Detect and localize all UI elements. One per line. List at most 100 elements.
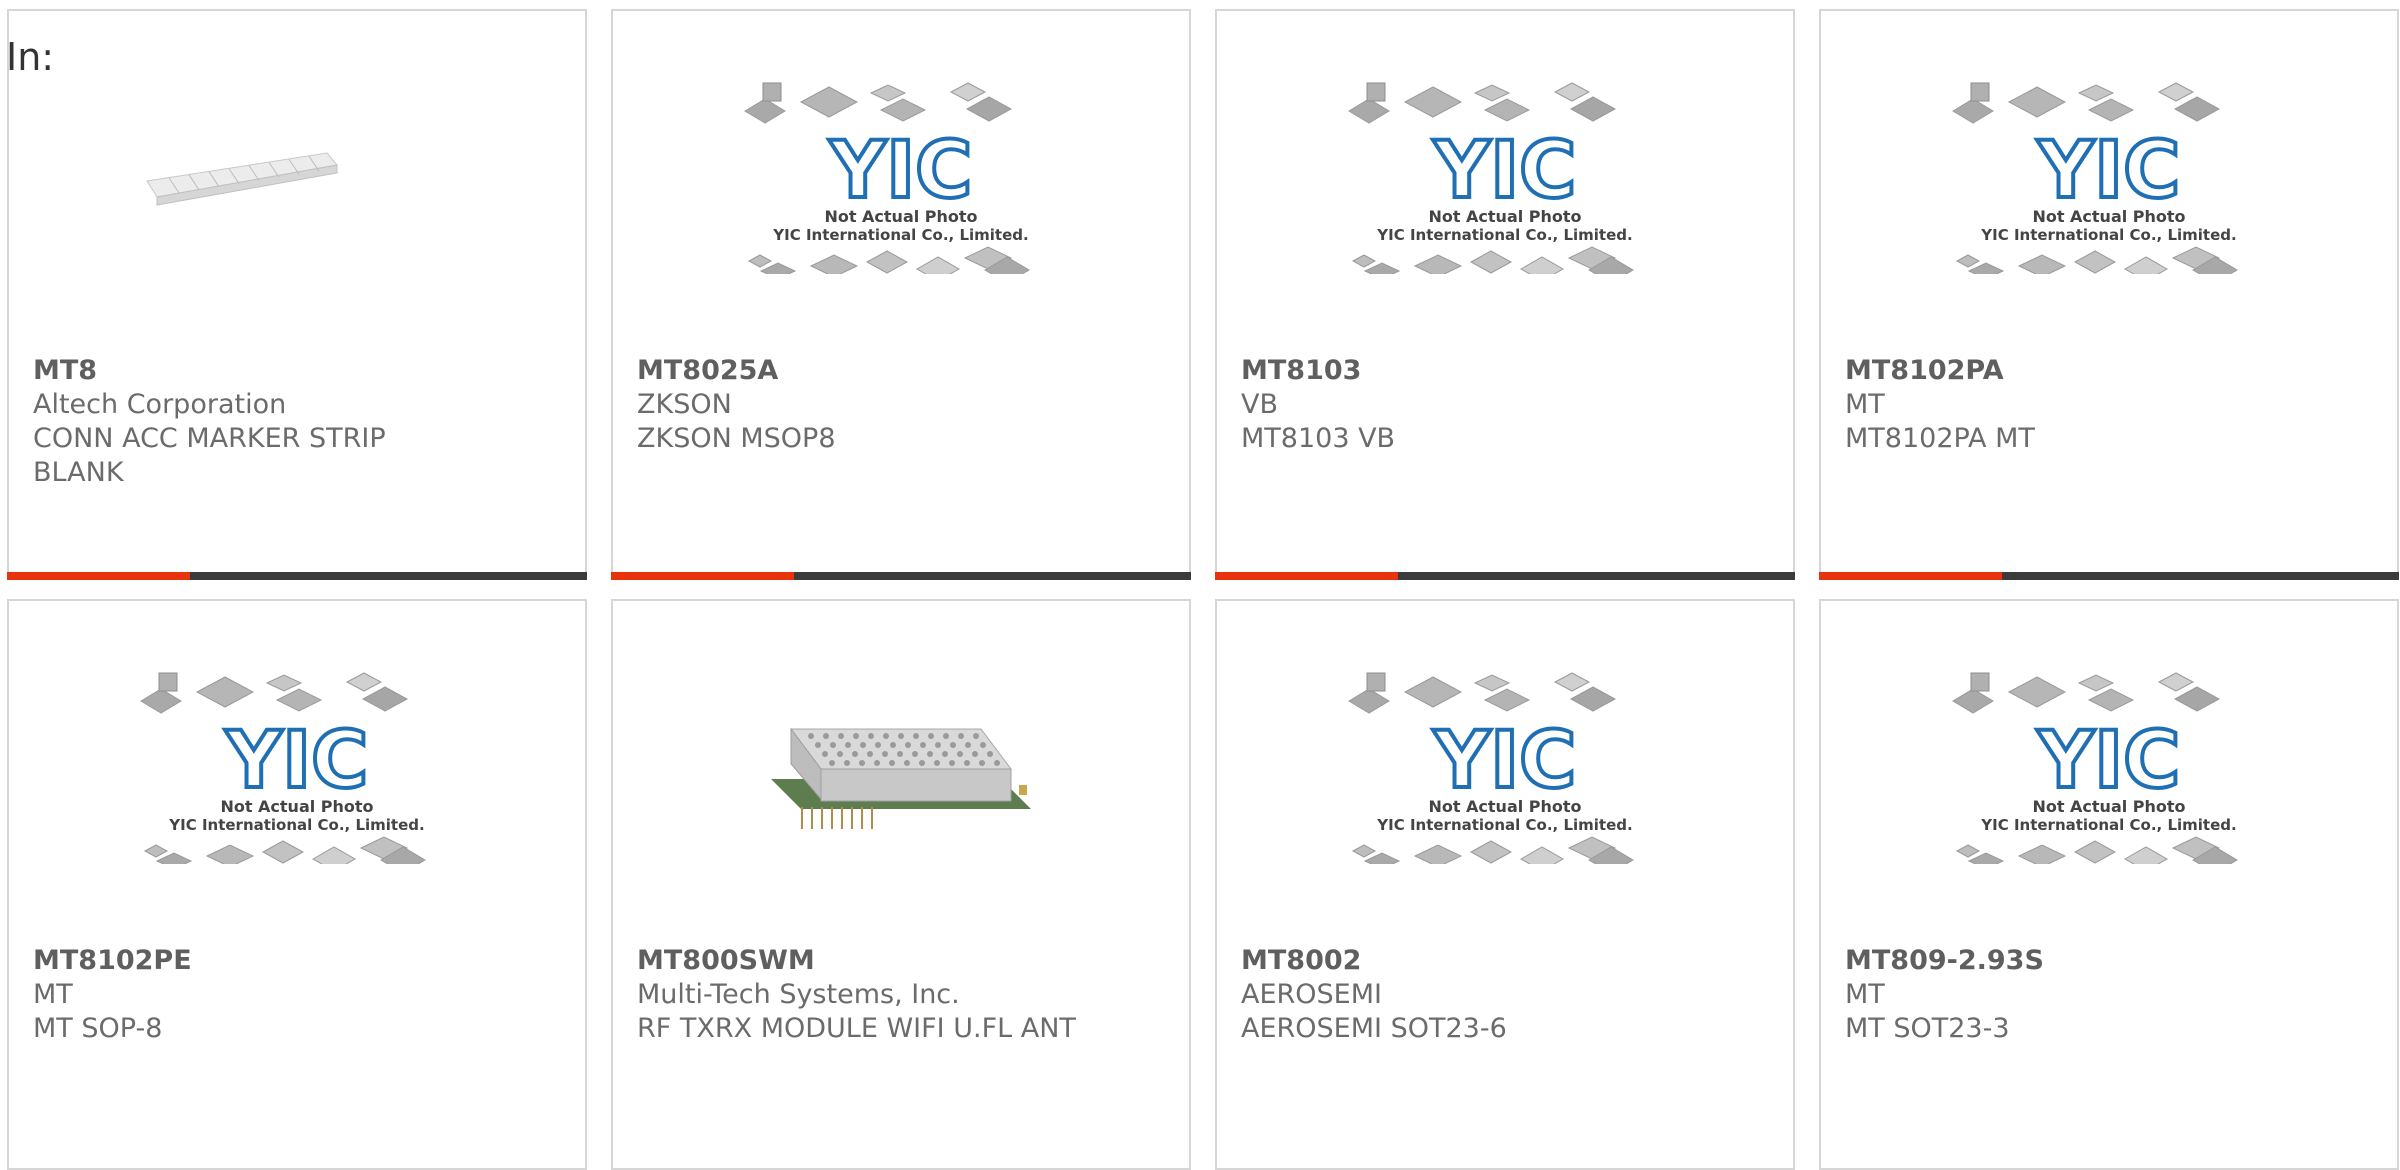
- chip-icon: [2073, 840, 2117, 864]
- part-number[interactable]: MT8102PE: [33, 944, 563, 978]
- chip-icon: [195, 676, 255, 708]
- chip-icon: [1403, 86, 1463, 118]
- chip-icon: [205, 844, 255, 864]
- placeholder-caption: Not Actual Photo: [824, 207, 977, 226]
- chip-icon: [158, 672, 178, 692]
- chip-icon: [2087, 98, 2135, 122]
- product-info: MT8002 AEROSEMI AEROSEMI SOT23-6: [1241, 944, 1771, 1046]
- part-number[interactable]: MT8103: [1241, 354, 1771, 388]
- manufacturer: MT: [33, 979, 73, 1010]
- chip-icon: [747, 254, 773, 268]
- part-number[interactable]: MT8002: [1241, 944, 1771, 978]
- placeholder-caption: Not Actual Photo: [1428, 797, 1581, 816]
- description-line-2: BLANK: [33, 457, 124, 488]
- description: MT8103 VB: [1241, 423, 1396, 454]
- chip-icon: [2123, 846, 2169, 864]
- chip-icon: [2173, 686, 2221, 712]
- chip-icon: [865, 250, 909, 274]
- product-info: MT800SWM Multi-Tech Systems, Inc. RF TXR…: [637, 944, 1167, 1046]
- yic-logo: YIC: [2037, 126, 2181, 216]
- product-card[interactable]: YIC Not Actual Photo YIC International Co.…: [611, 9, 1191, 580]
- chip-icon: [744, 98, 786, 124]
- product-info: MT8102PE MT MT SOP-8: [33, 944, 563, 1046]
- description: MT SOT23-3: [1845, 1013, 2010, 1044]
- description: MT SOP-8: [33, 1013, 163, 1044]
- chip-icon: [1955, 254, 1981, 268]
- yic-logo: YIC: [2037, 716, 2181, 806]
- chip-icon: [1569, 686, 1617, 712]
- marker-strip-image: [146, 152, 338, 206]
- chip-icon: [1473, 84, 1511, 102]
- chip-icon: [1351, 254, 1377, 268]
- chip-icon: [1366, 82, 1386, 102]
- placeholder-caption: Not Actual Photo: [220, 797, 373, 816]
- chip-icon: [759, 262, 797, 274]
- chip-icon: [1413, 254, 1463, 274]
- chip-icon: [1348, 688, 1390, 714]
- placeholder-company: YIC International Co., Limited.: [168, 816, 424, 834]
- chip-icon: [1970, 672, 1990, 692]
- chip-icon: [2087, 688, 2135, 712]
- product-image: [146, 152, 338, 206]
- chip-icon: [345, 672, 383, 692]
- product-card[interactable]: YIC Not Actual Photo YIC International Co.…: [1215, 599, 1795, 1170]
- product-image: YICNot Actual PhotoYIC International Co.…: [1952, 672, 2238, 864]
- yic-logo: YIC: [1433, 126, 1577, 216]
- chip-icon: [2077, 84, 2115, 102]
- chip-icon: [799, 86, 859, 118]
- chip-icon: [2077, 674, 2115, 692]
- manufacturer: MT: [1845, 979, 1885, 1010]
- wifi-module-image: [771, 727, 1031, 829]
- chip-icon: [1967, 262, 2005, 274]
- yic-logo: YIC: [829, 126, 973, 216]
- chip-icon: [261, 840, 305, 864]
- part-number[interactable]: MT8: [33, 354, 563, 388]
- product-card[interactable]: YIC Not Actual Photo YIC International Co.…: [7, 599, 587, 1170]
- part-number[interactable]: MT809-2.93S: [1845, 944, 2375, 978]
- chip-icon: [1348, 98, 1390, 124]
- chip-icon: [1955, 844, 1981, 858]
- chip-icon: [1363, 262, 1401, 274]
- card-bottom-bar: [1215, 572, 1795, 580]
- placeholder-company: YIC International Co., Limited.: [1376, 816, 1632, 834]
- chip-icon: [879, 98, 927, 122]
- product-image: YICNot Actual PhotoYIC International Co.…: [1952, 82, 2238, 274]
- placeholder-company: YIC International Co., Limited.: [1376, 226, 1632, 244]
- chip-icon: [275, 688, 323, 712]
- manufacturer: Multi-Tech Systems, Inc.: [637, 979, 960, 1010]
- product-card[interactable]: YIC Not Actual Photo YIC International Co.…: [1819, 9, 2399, 580]
- placeholder-caption: Not Actual Photo: [2032, 207, 2185, 226]
- chip-icon: [155, 852, 193, 864]
- chip-icon: [1366, 672, 1386, 692]
- chip-icon: [1363, 852, 1401, 864]
- manufacturer: MT: [1845, 389, 1885, 420]
- manufacturer: VB: [1241, 389, 1278, 420]
- chip-icon: [1469, 840, 1513, 864]
- product-info: MT8103 VB MT8103 VB: [1241, 354, 1771, 456]
- chip-icon: [915, 256, 961, 274]
- product-card[interactable]: MT800SWM Multi-Tech Systems, Inc. RF TXR…: [611, 599, 1191, 1170]
- chip-icon: [2017, 844, 2067, 864]
- card-bottom-bar: [7, 572, 587, 580]
- product-card[interactable]: YIC Not Actual Photo YIC International Co.…: [1215, 9, 1795, 580]
- chip-icon: [361, 686, 409, 712]
- chip-icon: [1469, 250, 1513, 274]
- product-image: YICNot Actual PhotoYIC International Co.…: [1348, 672, 1634, 864]
- chip-icon: [1952, 688, 1994, 714]
- description: MT8102PA MT: [1845, 423, 2035, 454]
- chip-icon: [140, 688, 182, 714]
- description: CONN ACC MARKER STRIP: [33, 423, 386, 454]
- product-card[interactable]: MT8 Altech Corporation CONN ACC MARKER S…: [7, 9, 587, 580]
- chip-icon: [1403, 676, 1463, 708]
- part-number[interactable]: MT8025A: [637, 354, 1167, 388]
- chip-icon: [2173, 96, 2221, 122]
- product-image: YICNot Actual PhotoYIC International Co.…: [744, 82, 1030, 274]
- placeholder-caption: Not Actual Photo: [1428, 207, 1581, 226]
- part-number[interactable]: MT8102PA: [1845, 354, 2375, 388]
- description: AEROSEMI SOT23-6: [1241, 1013, 1507, 1044]
- chip-icon: [1413, 844, 1463, 864]
- product-image: YICNot Actual PhotoYIC International Co.…: [140, 672, 426, 864]
- part-number[interactable]: MT800SWM: [637, 944, 1167, 978]
- manufacturer: AEROSEMI: [1241, 979, 1382, 1010]
- product-card[interactable]: YIC Not Actual Photo YIC International Co.…: [1819, 599, 2399, 1170]
